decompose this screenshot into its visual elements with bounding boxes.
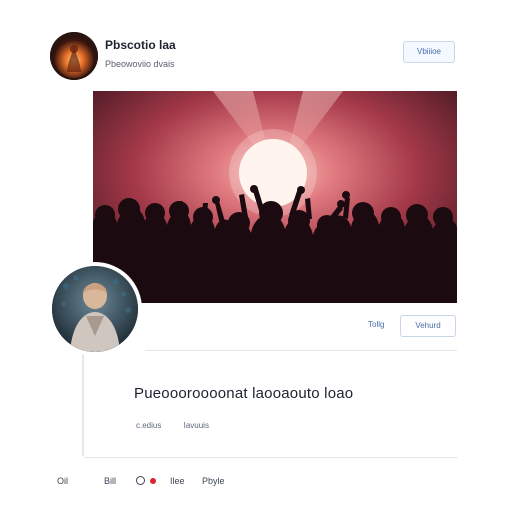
- notification-dot-icon: [150, 478, 156, 484]
- footer-item[interactable]: Pbyle: [202, 476, 225, 486]
- thread-line: [82, 340, 84, 456]
- footer-item[interactable]: Oil: [57, 476, 68, 486]
- follow-button[interactable]: Vbiiioe: [403, 41, 455, 63]
- reply-button[interactable]: Vehurd: [400, 315, 456, 337]
- profile-avatar[interactable]: [50, 32, 98, 80]
- footer-item[interactable]: Ilee: [170, 476, 185, 486]
- footer-item[interactable]: Bill: [104, 476, 116, 486]
- profile-subtitle: Pbeowoviio dvais: [105, 59, 175, 69]
- tag-link[interactable]: Tollg: [368, 320, 384, 329]
- profile-name[interactable]: Pbscotio laa: [105, 38, 176, 52]
- post-image[interactable]: [93, 91, 457, 303]
- divider: [145, 350, 457, 351]
- circle-outline-icon[interactable]: [136, 476, 145, 485]
- comment-meta: c.edius Iavuuis: [136, 421, 229, 430]
- comment-text: Pueoooroooonat laooaouto loao: [134, 385, 354, 402]
- commenter-avatar[interactable]: [48, 262, 142, 356]
- comment-meta-item[interactable]: Iavuuis: [184, 421, 209, 430]
- comment-meta-item[interactable]: c.edius: [136, 421, 161, 430]
- divider: [84, 457, 458, 458]
